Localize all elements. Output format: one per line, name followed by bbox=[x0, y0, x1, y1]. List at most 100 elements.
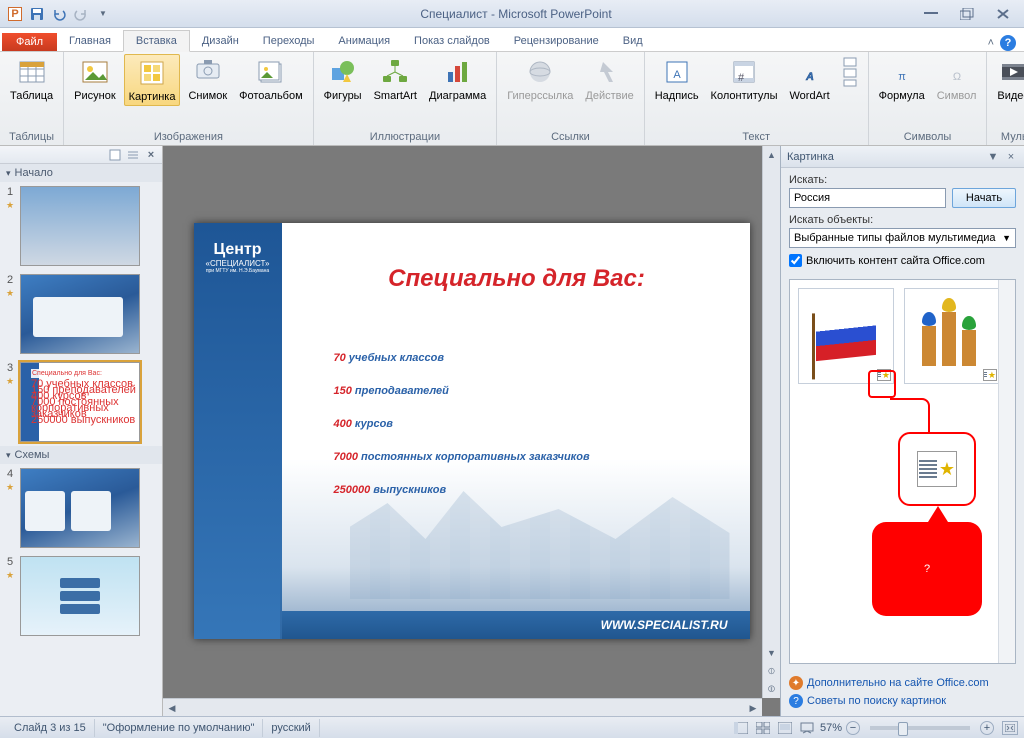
include-office-checkbox[interactable] bbox=[789, 254, 802, 267]
pane-close-icon[interactable]: × bbox=[1004, 150, 1018, 164]
hyperlink-button: Гиперссылка bbox=[503, 54, 577, 104]
undo-icon[interactable] bbox=[50, 5, 68, 23]
anim-star-icon: ★ bbox=[6, 200, 14, 211]
slide-thumb-5[interactable]: 5★ bbox=[0, 552, 162, 640]
scroll-down-icon[interactable]: ▼ bbox=[763, 644, 780, 662]
anim-star-icon: ★ bbox=[6, 570, 14, 581]
headerfooter-button[interactable]: #Колонтитулы bbox=[707, 54, 782, 104]
scroll-left-icon[interactable]: ◀ bbox=[163, 699, 181, 717]
types-label: Искать объекты: bbox=[789, 214, 1016, 226]
group-illustrations: Иллюстрации bbox=[370, 131, 440, 145]
chart-button[interactable]: Диаграмма bbox=[425, 54, 490, 104]
scroll-right-icon[interactable]: ▶ bbox=[744, 699, 762, 717]
view-sorter-icon[interactable] bbox=[754, 720, 772, 736]
view-slideshow-icon[interactable] bbox=[798, 720, 816, 736]
tab-design[interactable]: Дизайн bbox=[190, 31, 251, 51]
photoalbum-button[interactable]: Фотоальбом bbox=[235, 54, 307, 104]
help-icon[interactable]: ? bbox=[1000, 35, 1016, 51]
vertical-scrollbar[interactable]: ▲ ▼ ⦶ ⦷ bbox=[762, 146, 780, 698]
maximize-button[interactable] bbox=[956, 6, 978, 22]
slide-logo: Центр «СПЕЦИАЛИСТ» при МГТУ им. Н.Э.Баум… bbox=[200, 241, 276, 274]
view-reading-icon[interactable] bbox=[776, 720, 794, 736]
group-tables: Таблицы bbox=[9, 131, 54, 145]
picture-button[interactable]: Рисунок bbox=[70, 54, 120, 104]
office-more-link[interactable]: ✦Дополнительно на сайте Office.com bbox=[789, 674, 1016, 692]
search-tips-link[interactable]: ?Советы по поиску картинок bbox=[789, 692, 1016, 710]
clipart-search-button[interactable]: Начать bbox=[952, 188, 1016, 208]
tab-file[interactable]: Файл bbox=[2, 33, 57, 51]
zoom-level[interactable]: 57% bbox=[820, 722, 842, 734]
tab-view[interactable]: Вид bbox=[611, 31, 655, 51]
tab-insert[interactable]: Вставка bbox=[123, 30, 190, 52]
fit-window-button[interactable] bbox=[1002, 721, 1018, 735]
minimize-button[interactable] bbox=[920, 6, 942, 22]
annotation-pointer bbox=[928, 506, 948, 522]
panel-close-icon[interactable]: × bbox=[144, 148, 158, 162]
section-header-1[interactable]: Начало bbox=[0, 164, 162, 182]
zoom-in-button[interactable]: + bbox=[980, 721, 994, 735]
textbox-button[interactable]: AНадпись bbox=[651, 54, 703, 104]
results-scrollbar[interactable] bbox=[998, 280, 1015, 663]
clipart-types-select[interactable]: Выбранные типы файлов мультимедиа ▼ bbox=[789, 228, 1016, 248]
text-more-button[interactable] bbox=[838, 54, 862, 92]
tab-review[interactable]: Рецензирование bbox=[502, 31, 611, 51]
slide-thumb-3[interactable]: 3★ Специально для Вас: 70 учебных классо… bbox=[0, 358, 162, 446]
help-small-icon: ? bbox=[789, 694, 803, 708]
clipart-result-kremlin[interactable]: ★ bbox=[904, 288, 1000, 384]
slide-sidebar bbox=[194, 223, 282, 639]
scroll-up-icon[interactable]: ▲ bbox=[763, 146, 780, 164]
slides-tab-icon[interactable] bbox=[108, 148, 122, 162]
table-button[interactable]: Таблица bbox=[6, 54, 57, 104]
search-label: Искать: bbox=[789, 174, 1016, 186]
section-header-2[interactable]: Схемы bbox=[0, 446, 162, 464]
shapes-button[interactable]: Фигуры bbox=[320, 54, 366, 104]
view-normal-icon[interactable] bbox=[732, 720, 750, 736]
close-button[interactable] bbox=[992, 6, 1014, 22]
outline-tab-icon[interactable] bbox=[126, 148, 140, 162]
video-button[interactable]: Видео bbox=[993, 54, 1024, 104]
prev-slide-icon[interactable]: ⦶ bbox=[763, 662, 780, 680]
zoom-out-button[interactable]: − bbox=[846, 721, 860, 735]
symbol-button: ΩСимвол bbox=[933, 54, 981, 104]
anim-star-icon: ★ bbox=[6, 288, 14, 299]
ribbon-minimize-icon[interactable]: ˄ bbox=[988, 37, 994, 49]
redo-icon[interactable] bbox=[72, 5, 90, 23]
horizontal-scrollbar[interactable]: ◀ ▶ bbox=[163, 698, 762, 716]
kremlin-icon bbox=[916, 306, 988, 366]
tab-home[interactable]: Главная bbox=[57, 31, 123, 51]
status-language[interactable]: русский bbox=[263, 719, 319, 737]
status-theme[interactable]: "Оформление по умолчанию" bbox=[95, 719, 264, 737]
qat-more-icon[interactable]: ▼ bbox=[94, 5, 112, 23]
tab-animations[interactable]: Анимация bbox=[326, 31, 402, 51]
clipart-search-input[interactable] bbox=[789, 188, 946, 208]
smartart-button[interactable]: SmartArt bbox=[370, 54, 421, 104]
slide-title: Специально для Вас: bbox=[314, 265, 720, 293]
save-icon[interactable] bbox=[28, 5, 46, 23]
slide-thumb-1[interactable]: 1★ bbox=[0, 182, 162, 270]
group-text: Текст bbox=[742, 131, 770, 145]
clipart-button[interactable]: Картинка bbox=[124, 54, 181, 106]
screenshot-button[interactable]: Снимок bbox=[184, 54, 231, 104]
svg-text:#: # bbox=[738, 72, 745, 84]
tab-slideshow[interactable]: Показ слайдов bbox=[402, 31, 502, 51]
pane-dropdown-icon[interactable]: ▼ bbox=[986, 150, 1000, 164]
svg-text:Ω: Ω bbox=[952, 71, 960, 83]
clipart-pane-title: Картинка bbox=[787, 151, 982, 163]
office-icon: ✦ bbox=[789, 676, 803, 690]
zoom-slider[interactable] bbox=[870, 726, 970, 730]
slide-thumb-2[interactable]: 2★ bbox=[0, 270, 162, 358]
window-title: Специалист - Microsoft PowerPoint bbox=[112, 7, 920, 21]
slide-canvas[interactable]: Центр «СПЕЦИАЛИСТ» при МГТУ им. Н.Э.Баум… bbox=[194, 223, 750, 639]
action-button: Действие bbox=[581, 54, 637, 104]
tab-transitions[interactable]: Переходы bbox=[251, 31, 327, 51]
slide-url: WWW.SPECIALIST.RU bbox=[282, 611, 750, 639]
chevron-down-icon: ▼ bbox=[1002, 233, 1011, 243]
item-info-icon[interactable]: ★ bbox=[983, 369, 997, 381]
status-slide[interactable]: Слайд 3 из 15 bbox=[6, 719, 95, 737]
include-office-label: Включить контент сайта Office.com bbox=[806, 255, 985, 267]
wordart-button[interactable]: AWordArt bbox=[786, 54, 834, 104]
slide-thumb-4[interactable]: 4★ bbox=[0, 464, 162, 552]
next-slide-icon[interactable]: ⦷ bbox=[763, 680, 780, 698]
equation-button[interactable]: πФормула bbox=[875, 54, 929, 104]
clipart-results: ★ ★ ★ ? bbox=[789, 279, 1016, 664]
